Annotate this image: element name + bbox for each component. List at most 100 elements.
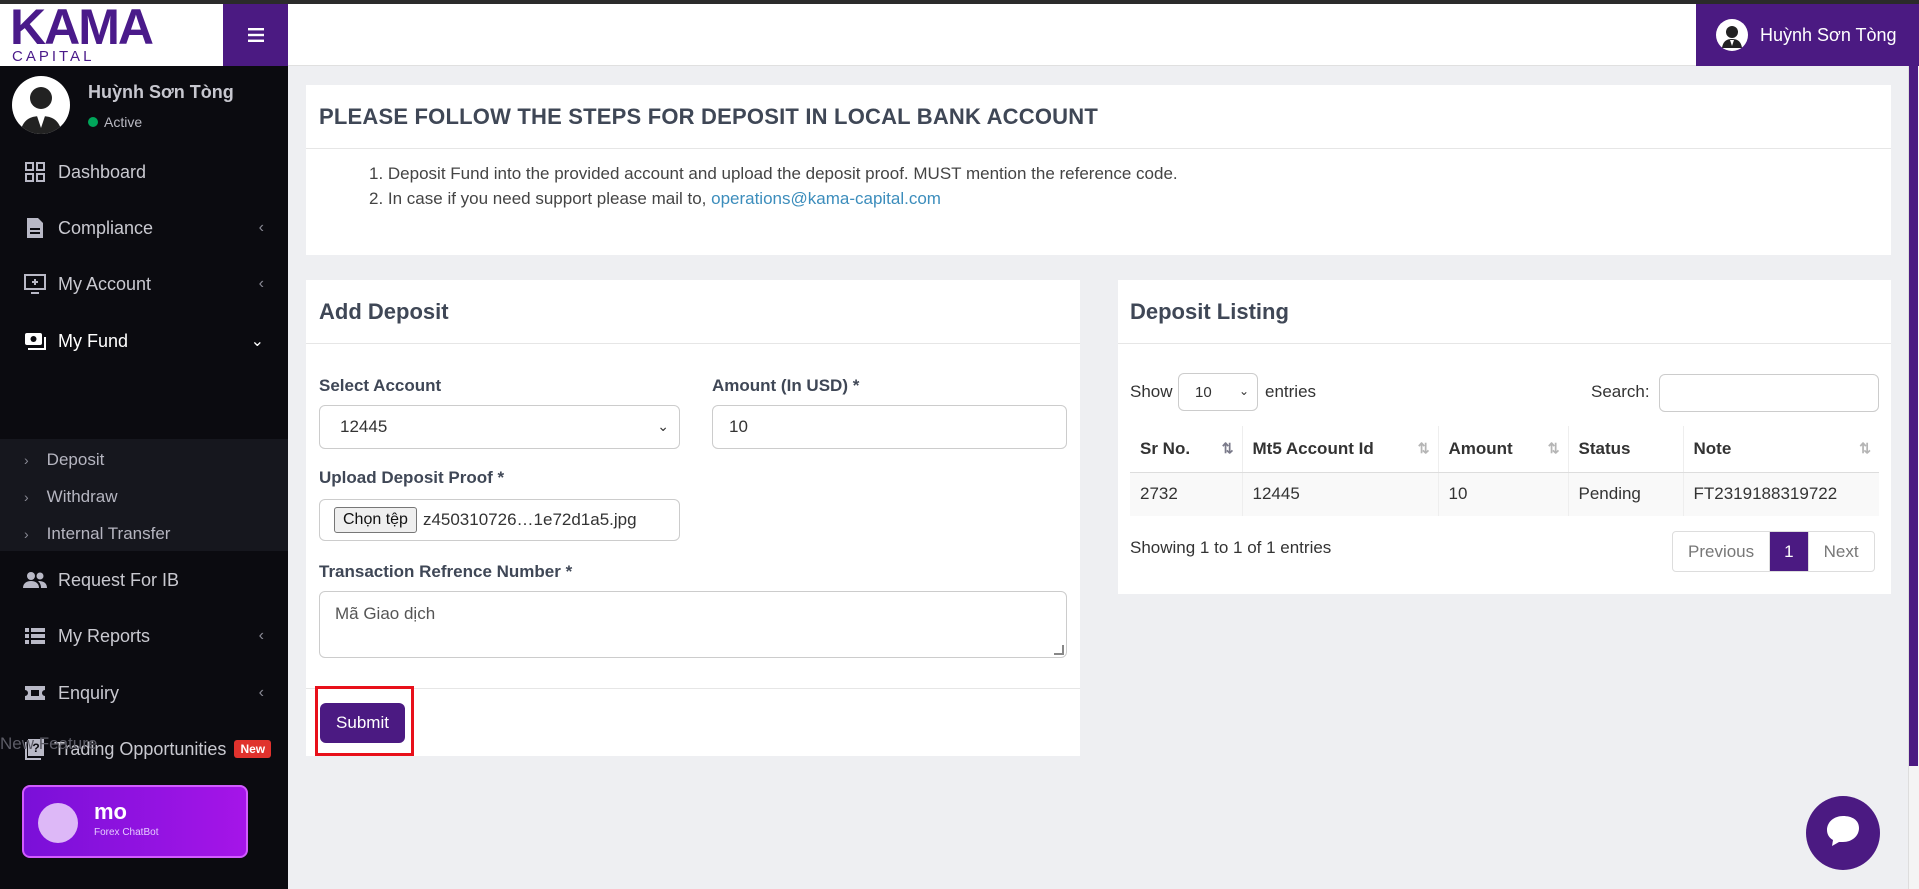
sidebar-item-my-fund[interactable]: My Fund ⌄ [0, 317, 288, 365]
chevron-down-icon: ⌄ [250, 333, 264, 350]
file-name: z450310726…1e72d1a5.jpg [422, 510, 637, 529]
column-header-status[interactable]: Status [1567, 426, 1683, 473]
chat-bubble-icon [1825, 814, 1861, 853]
next-page-button[interactable]: Next [1807, 532, 1874, 571]
profile-name: Huỳnh Sơn Tòng [88, 82, 234, 102]
chatbot-name: mo [94, 799, 127, 824]
chevron-left-icon: ‹ [258, 219, 264, 236]
select-account-label: Select Account [319, 376, 442, 395]
sidebar-item-label: Compliance [58, 217, 154, 238]
chevron-right-icon: › [24, 525, 29, 542]
sidebar-item-label: My Reports [58, 625, 151, 646]
logo[interactable]: KAMA CAPITAL [0, 0, 223, 66]
submenu-item-deposit[interactable]: › Deposit [0, 441, 288, 478]
amount-value: 10 [729, 417, 748, 436]
new-feature-label: New Feature [0, 734, 98, 753]
card-header: PLEASE FOLLOW THE STEPS FOR DEPOSIT IN L… [306, 85, 1891, 149]
chevron-left-icon: ‹ [258, 627, 264, 644]
sidebar-item-label: Dashboard [58, 161, 147, 182]
bot-avatar-icon [38, 803, 78, 843]
submenu-item-internal-transfer[interactable]: › Internal Transfer [0, 515, 288, 552]
sidebar-item-enquiry[interactable]: Enquiry ‹ [0, 669, 288, 717]
show-label: Show [1130, 382, 1173, 401]
chatbot-promo-card[interactable]: mo Forex ChatBot [22, 785, 248, 858]
pagination: Previous 1 Next [1672, 531, 1875, 572]
column-header-note[interactable]: Note ⇅ [1682, 426, 1879, 473]
profile-status: Active [88, 114, 142, 130]
money-icon [22, 332, 48, 350]
sort-icon: ⇅ [1859, 440, 1871, 456]
reference-number-value: Mã Giao dịch [335, 604, 436, 623]
amount-input[interactable]: 10 [712, 405, 1067, 449]
file-upload-field[interactable]: Chọn tệp z450310726…1e72d1a5.jpg [319, 499, 680, 541]
amount-label: Amount (In USD) * [712, 376, 860, 395]
users-icon [22, 571, 48, 589]
cell-mt5-account: 12445 [1241, 471, 1438, 516]
list-item: 2. In case if you need support please ma… [369, 189, 941, 208]
column-header-amount[interactable]: Amount ⇅ [1437, 426, 1568, 473]
sidebar-item-my-reports[interactable]: My Reports ‹ [0, 612, 288, 660]
submit-button[interactable]: Submit [320, 703, 405, 743]
deposit-instructions-card: PLEASE FOLLOW THE STEPS FOR DEPOSIT IN L… [306, 85, 1891, 255]
submenu-my-fund: › Deposit › Withdraw › Internal Transfer [0, 439, 288, 551]
chevron-right-icon: › [24, 488, 29, 505]
entries-select[interactable]: 10 ⌄ [1178, 373, 1258, 411]
reference-number-textarea[interactable]: Mã Giao dịch [319, 591, 1067, 658]
support-email-link[interactable]: operations@kama-capital.com [711, 189, 941, 208]
search-label: Search: [1591, 382, 1650, 401]
page-title: PLEASE FOLLOW THE STEPS FOR DEPOSIT IN L… [319, 103, 1098, 129]
cell-sr-no: 2732 [1130, 471, 1242, 516]
card-header: Deposit Listing [1118, 280, 1891, 344]
sidebar-item-compliance[interactable]: Compliance ‹ [0, 204, 288, 252]
add-deposit-card: Add Deposit Select Account 12445 ⌄ Amoun… [306, 280, 1080, 756]
card-title: Deposit Listing [1130, 298, 1289, 324]
chevron-right-icon: › [24, 451, 29, 468]
list-item: 1. Deposit Fund into the provided accoun… [369, 164, 1178, 183]
column-header-mt5-account[interactable]: Mt5 Account Id ⇅ [1241, 426, 1438, 473]
choose-file-button[interactable]: Chọn tệp [334, 507, 417, 533]
sidebar-item-my-account[interactable]: My Account ‹ [0, 260, 288, 308]
window-top-edge [0, 0, 1919, 4]
menu-toggle-button[interactable] [223, 4, 288, 66]
table-info: Showing 1 to 1 of 1 entries [1130, 538, 1332, 557]
sort-ascending-icon: ⇅ [1221, 440, 1234, 456]
sidebar-item-label: My Account [58, 273, 152, 294]
grid-icon [22, 162, 48, 182]
upload-proof-label: Upload Deposit Proof * [319, 468, 505, 487]
page-1-button[interactable]: 1 [1769, 532, 1808, 571]
resize-handle-icon[interactable] [1054, 645, 1064, 655]
list-icon [22, 628, 48, 644]
sidebar-item-request-ib[interactable]: Request For IB [0, 556, 288, 604]
entries-label: entries [1265, 382, 1317, 401]
scrollbar-thumb[interactable] [1909, 66, 1918, 766]
new-badge: New [234, 740, 272, 758]
sidebar-item-label: Request For IB [58, 569, 180, 590]
card-footer-divider [306, 688, 1080, 689]
column-header-sr-no[interactable]: Sr No. ⇅ [1130, 426, 1242, 473]
account-select[interactable]: 12445 ⌄ [319, 405, 680, 449]
sidebar-item-label: Enquiry [58, 682, 120, 703]
table-header-row: Sr No. ⇅ Mt5 Account Id ⇅ Amount ⇅ Status N… [1130, 426, 1879, 473]
entries-value: 10 [1195, 383, 1212, 401]
chevron-down-icon: ⌄ [1238, 384, 1249, 398]
chat-widget-button[interactable] [1806, 796, 1880, 870]
deposit-listing-card: Deposit Listing Show 10 ⌄ entries Search… [1118, 280, 1891, 594]
sidebar-item-dashboard[interactable]: Dashboard [0, 148, 288, 196]
user-avatar-icon [1716, 19, 1748, 51]
sidebar-item-label: My Fund [58, 330, 129, 351]
card-title: Add Deposit [319, 298, 449, 324]
cell-amount: 10 [1437, 471, 1568, 516]
sidebar: Huỳnh Sơn Tòng Active Dashboard Complian… [0, 66, 288, 889]
reference-number-label: Transaction Refrence Number * [319, 562, 573, 581]
previous-page-button[interactable]: Previous [1673, 532, 1769, 571]
logo-wordmark: KAMA [10, 0, 154, 55]
submenu-item-withdraw[interactable]: › Withdraw [0, 478, 288, 515]
document-icon [22, 217, 48, 239]
chatbot-caption: Forex ChatBot [94, 827, 159, 838]
search-input[interactable] [1659, 374, 1879, 412]
status-dot-icon [88, 117, 98, 127]
deposit-table: Sr No. ⇅ Mt5 Account Id ⇅ Amount ⇅ Status N… [1130, 426, 1879, 516]
monitor-plus-icon [22, 274, 48, 294]
user-menu-button[interactable]: Huỳnh Sơn Tòng [1696, 4, 1919, 66]
chevron-left-icon: ‹ [258, 684, 264, 701]
